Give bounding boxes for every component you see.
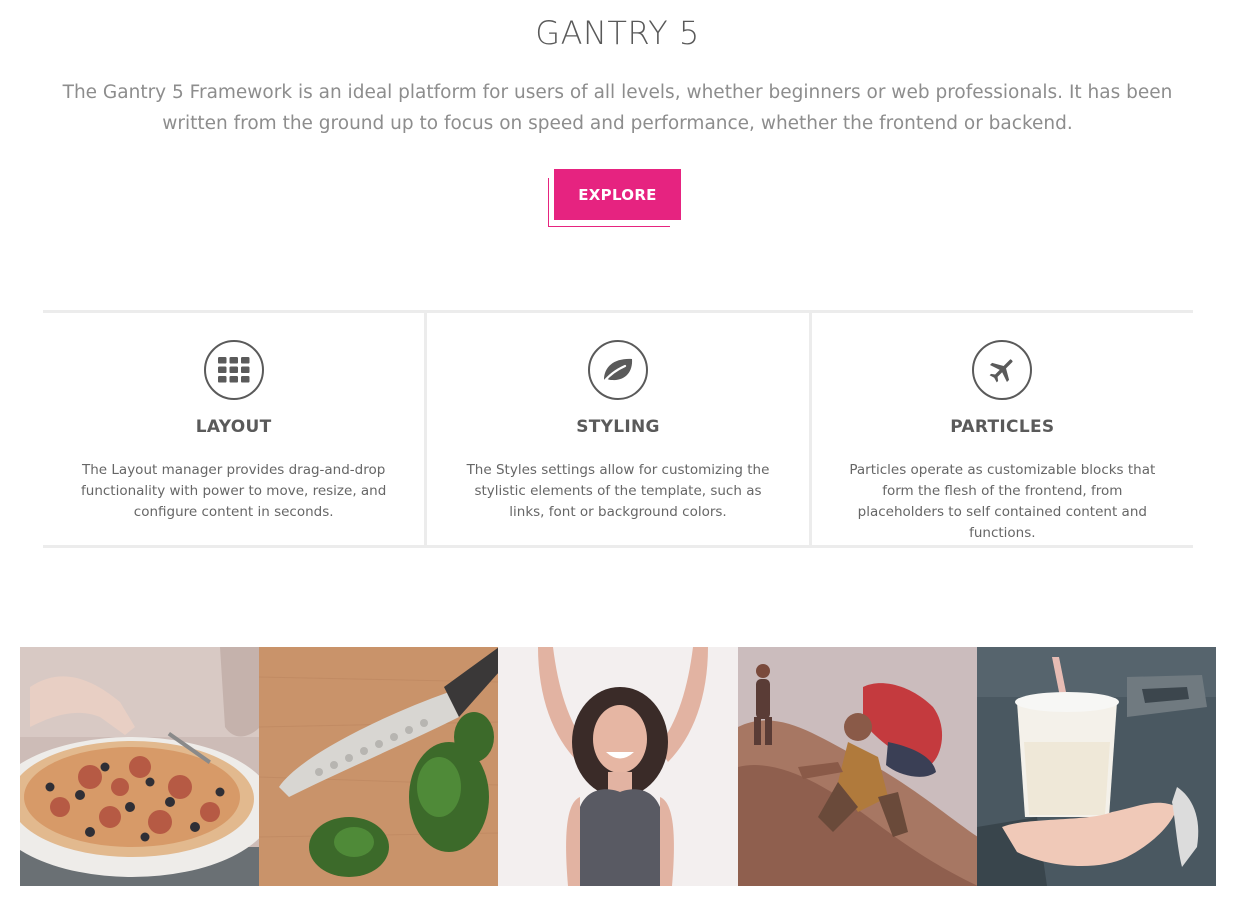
gallery-photo-pizza[interactable] [20, 647, 260, 886]
features-row: LAYOUT The Layout manager provides drag-… [43, 310, 1193, 548]
feature-title: STYLING [576, 417, 660, 437]
knife-image [259, 647, 499, 886]
feature-styling: STYLING The Styles settings allow for cu… [424, 313, 808, 545]
hikers-image [737, 647, 977, 886]
drink-image [976, 647, 1216, 886]
gallery-photo-drink[interactable] [976, 647, 1216, 886]
pizza-image [20, 647, 260, 886]
gallery-photo-hikers[interactable] [737, 647, 977, 886]
explore-button-wrapper: EXPLORE [548, 169, 682, 227]
feature-description: Particles operate as customizable blocks… [849, 462, 1156, 541]
gallery-photo-woman[interactable] [498, 647, 738, 886]
feature-title: LAYOUT [195, 417, 272, 437]
feature-title: PARTICLES [950, 417, 1055, 437]
feature-description: The Styles settings allow for customizin… [466, 462, 770, 520]
plane-icon [972, 340, 1033, 400]
feature-description: The Layout manager provides drag-and-dro… [81, 462, 387, 520]
hero-title: GANTRY 5 [535, 14, 700, 52]
explore-button[interactable]: EXPLORE [554, 169, 681, 220]
gallery-photo-knife[interactable] [259, 647, 499, 886]
hero-description: The Gantry 5 Framework is an ideal platf… [62, 82, 1173, 134]
feature-layout: LAYOUT The Layout manager provides drag-… [43, 313, 424, 545]
photo-gallery [20, 647, 1216, 886]
grid-icon [203, 340, 264, 400]
woman-image [498, 647, 738, 886]
feature-particles: PARTICLES Particles operate as customiza… [808, 313, 1193, 545]
leaf-icon [587, 340, 648, 400]
